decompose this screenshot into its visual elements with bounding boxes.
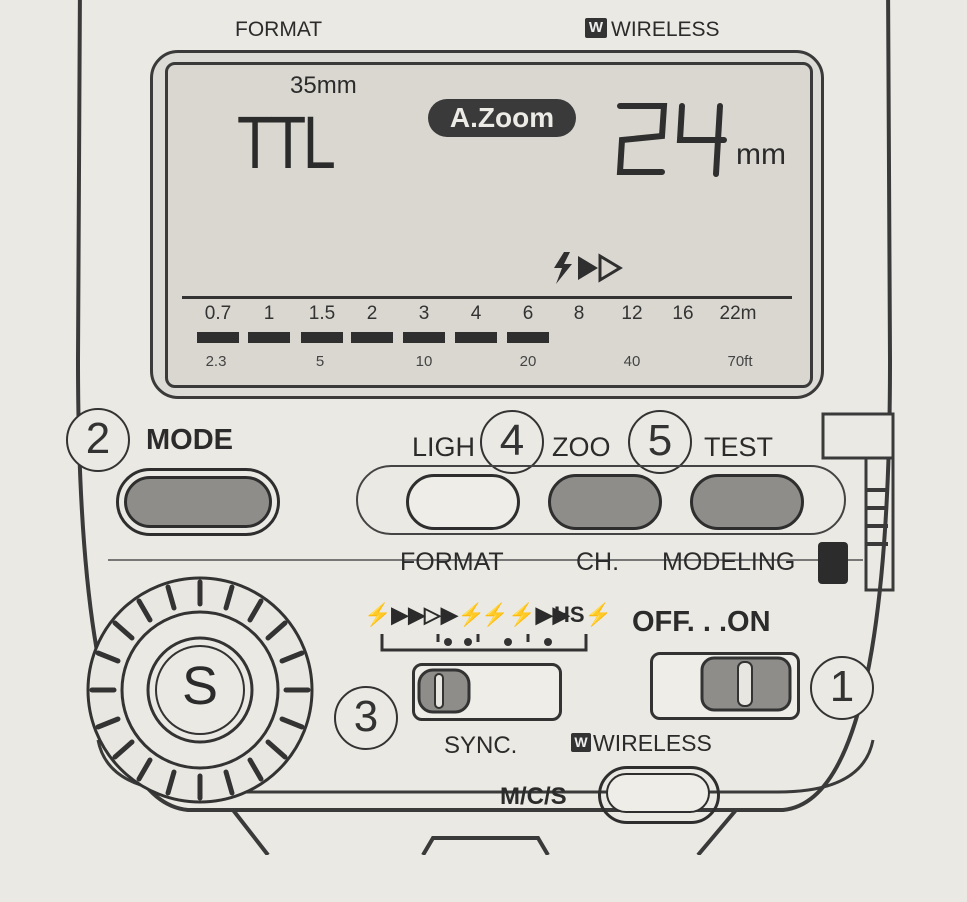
meter-value: 16 [672,303,694,324]
meter-value: 3 [418,303,430,324]
power-label: OFF. . .ON [632,606,771,638]
mode-label: MODE [146,424,233,456]
meter-value: 2 [366,303,378,324]
meter-value: 6 [522,303,534,324]
zoom-button[interactable] [548,474,662,530]
meter-value: 1.5 [308,303,336,324]
sync-bracket-icon [380,634,588,652]
range-bar [403,332,445,343]
side-door-icon [818,412,895,592]
sync-label: SYNC. [444,732,518,759]
meter-value: 1 [263,303,275,324]
feet-value: 20 [519,353,537,370]
channel-sub-label: CH. [576,548,620,576]
sync-front-icon: ▷▶⚡ [424,602,486,627]
test-button[interactable] [690,474,804,530]
callout-3: 3 [334,686,398,750]
feet-value: 10 [415,353,433,370]
ttl-mode-text: TTL [237,101,336,184]
zoom-label: ZOO [552,432,611,462]
range-bar [351,332,393,343]
auto-zoom-indicator: A.Zoom [428,99,576,137]
sync-hs-icon: HS⚡ [554,602,612,627]
meter-value: 22m [719,303,757,324]
range-bar [197,332,239,343]
wireless-badge-icon: W [585,18,607,38]
zoom-unit-text: mm [736,138,786,171]
zoom-value-digits [616,103,727,177]
wireless-sync-label: WIRELESS [593,730,712,756]
meter-value: 0.7 [204,303,232,324]
feet-value: 40 [623,353,641,370]
feet-value: 5 [315,353,325,370]
feet-value: 70ft [727,353,753,370]
callout-1: 1 [810,656,874,720]
sync-switch-knob[interactable] [417,668,471,714]
flash-ready-icon [554,252,623,284]
meter-value: 12 [621,303,643,324]
mcs-button[interactable] [606,773,710,813]
meter-value: 4 [470,303,482,324]
range-bar [455,332,497,343]
modeling-sub-label: MODELING [662,548,796,576]
format-label: FORMAT [235,18,323,41]
meter-value: 8 [573,303,585,324]
format-sub-label: FORMAT [400,548,504,576]
mode-button[interactable] [124,476,272,528]
film-format-text: 35mm [290,72,357,99]
wireless-badge-icon: W [571,733,591,752]
range-bar [248,332,290,343]
range-scale-line [182,296,792,299]
wireless-label: WIRELESS [611,18,720,41]
range-bar [507,332,549,343]
range-bar [301,332,343,343]
mcs-label: M/C/S [500,783,567,810]
power-switch-knob[interactable] [700,656,792,712]
test-label: TEST [704,432,774,462]
feet-value: 2.3 [205,353,227,370]
sync-rear-icon: ⚡▶▶ [364,602,426,627]
light-label: LIGH [412,432,476,462]
dial-center-label: S [181,656,219,716]
light-button[interactable] [406,474,520,530]
callout-2: 2 [66,408,130,472]
